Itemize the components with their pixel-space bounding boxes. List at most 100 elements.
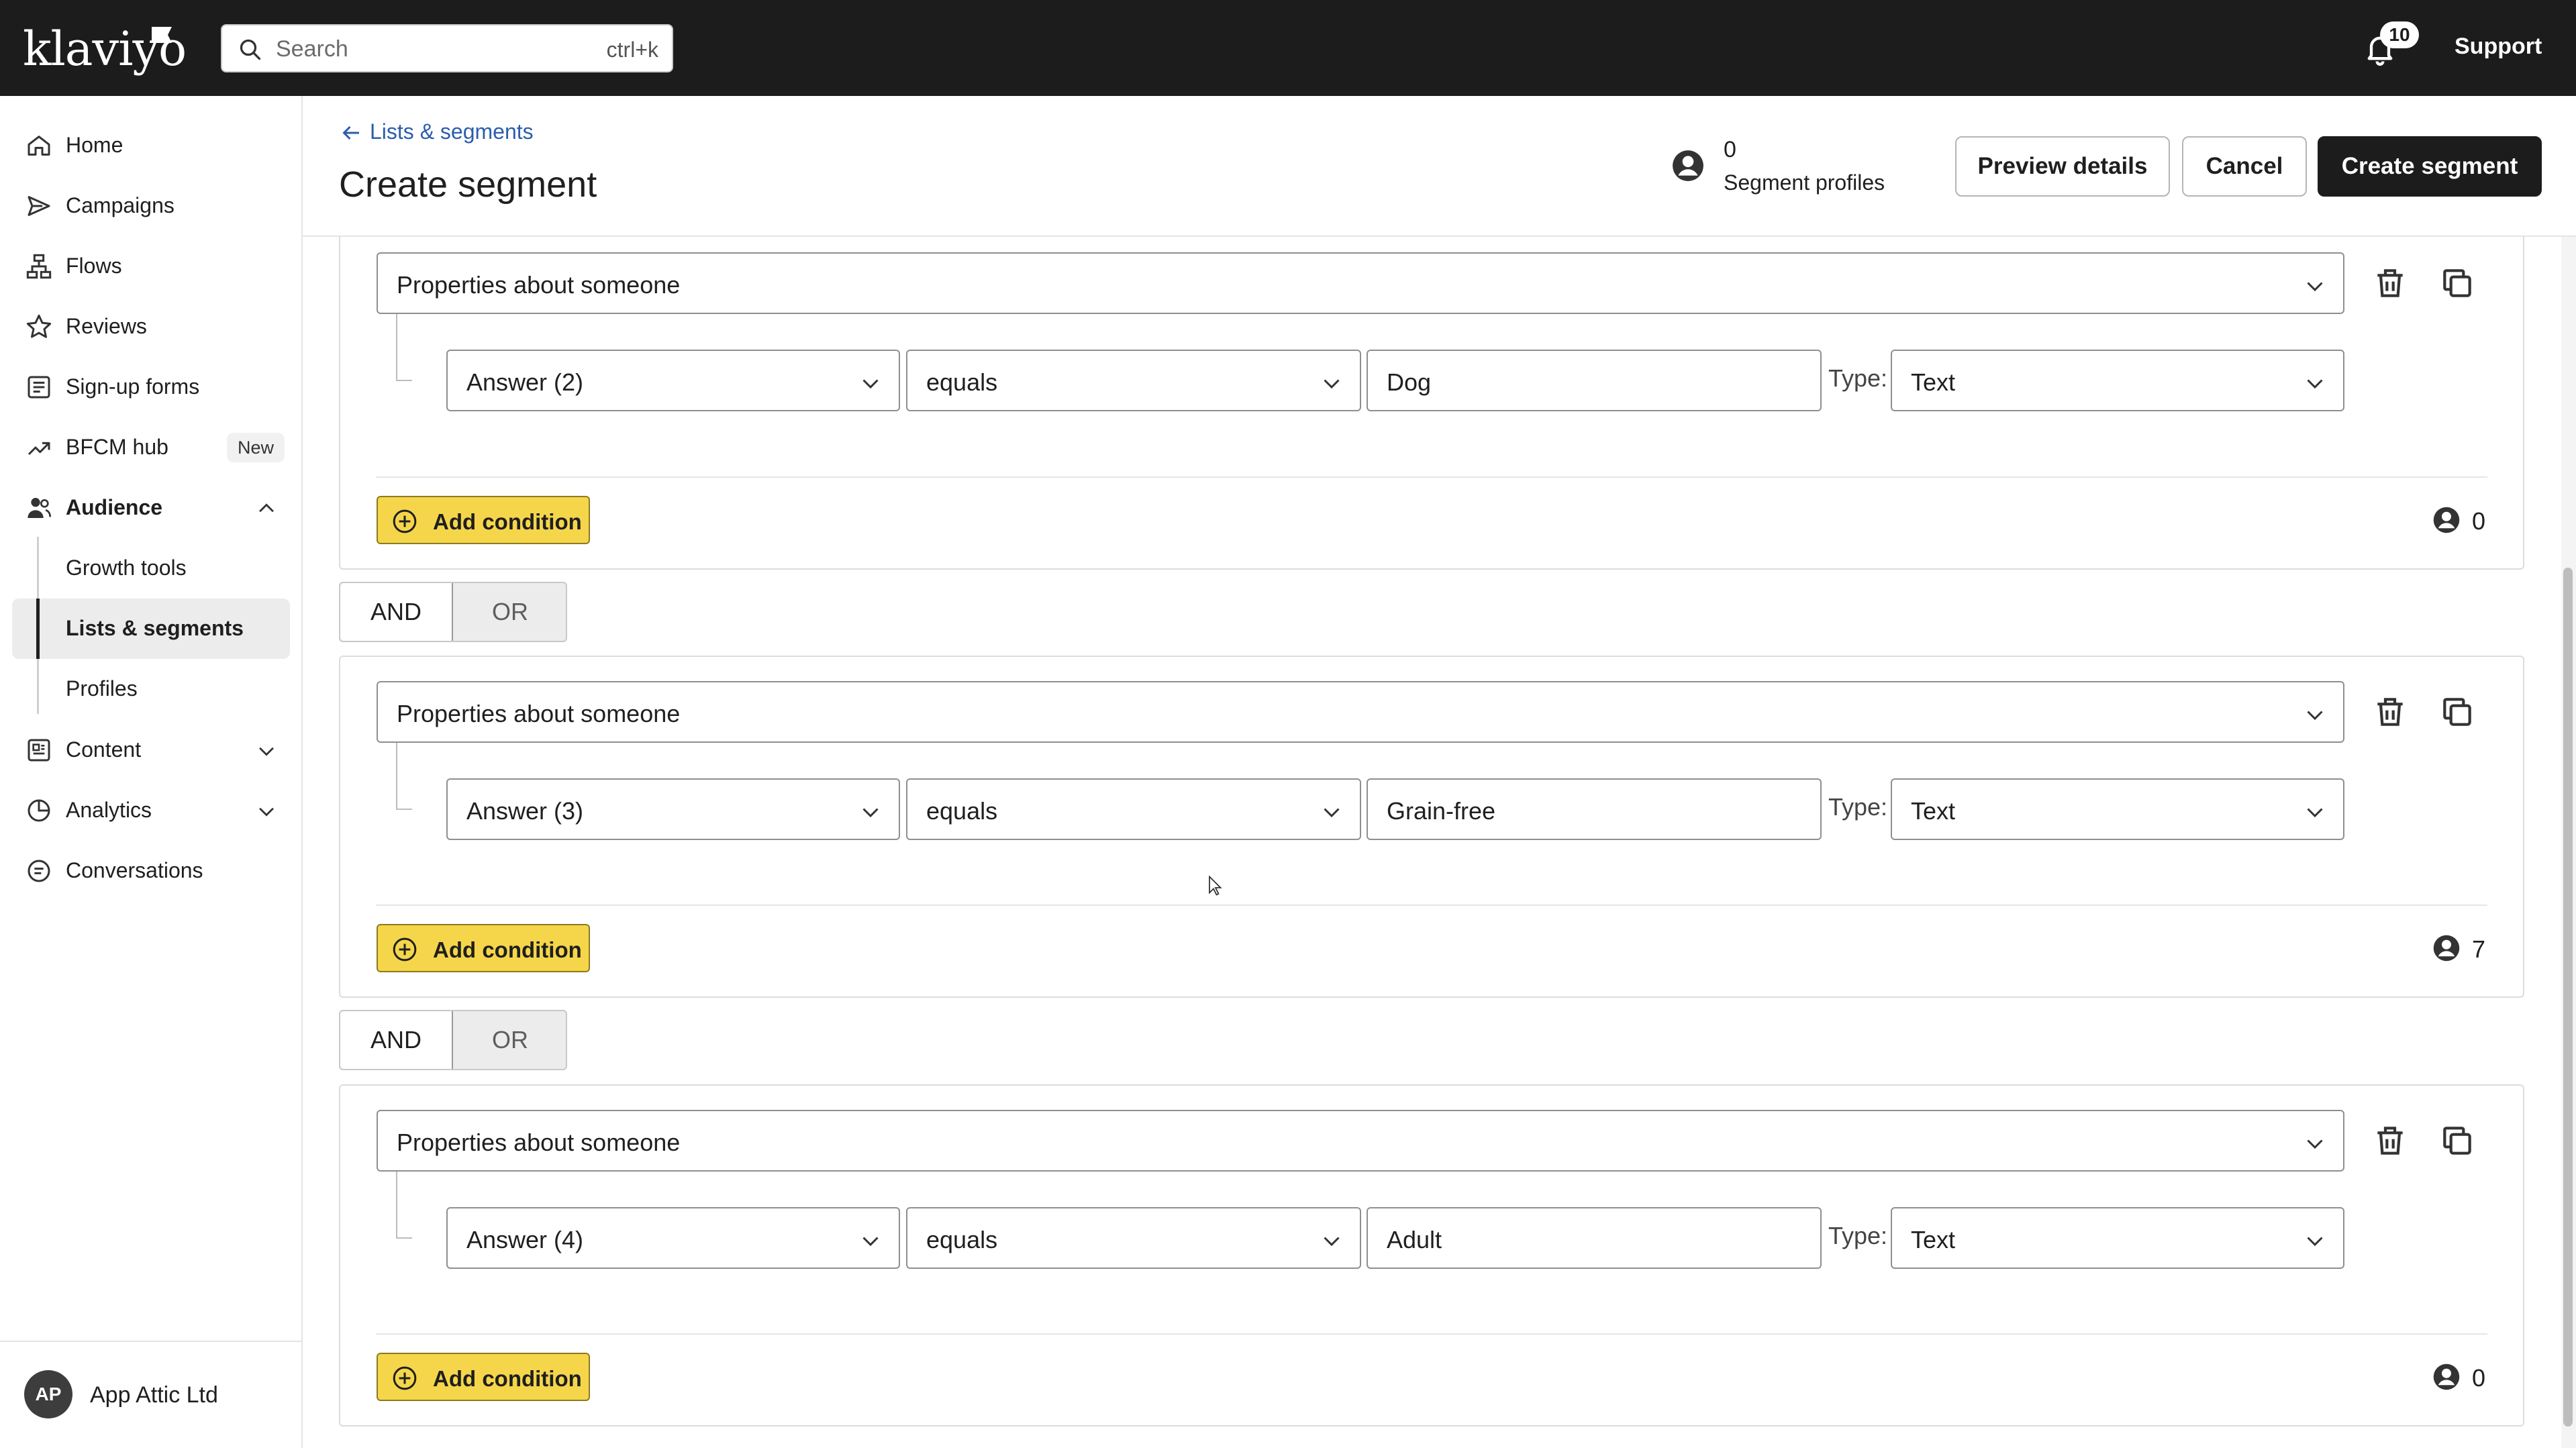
and-or-toggle[interactable]: AND OR [339, 1010, 567, 1070]
and-or-toggle[interactable]: AND OR [339, 582, 567, 642]
sidebar-subitem-label: Growth tools [66, 556, 187, 580]
operator-select[interactable]: equals [906, 778, 1361, 840]
org-name: App Attic Ltd [90, 1382, 218, 1408]
sidebar-item-signup-forms[interactable]: Sign-up forms [12, 359, 290, 414]
account-switcher[interactable]: AP App Attic Ltd [0, 1341, 301, 1448]
type-label: Type: [1828, 1222, 1888, 1249]
arrow-left-icon[interactable] [339, 121, 363, 145]
breadcrumb-lists-segments[interactable]: Lists & segments [370, 119, 534, 144]
duplicate-icon[interactable] [2438, 693, 2476, 731]
duplicate-icon[interactable] [2438, 264, 2476, 302]
group-divider [376, 476, 2487, 478]
profile-icon [2433, 507, 2460, 533]
profile-icon [1673, 150, 1703, 181]
chevron-down-icon [862, 808, 879, 818]
top-bar: klaviyo ctrl+k 10 Support [0, 0, 2576, 96]
sidebar-item-home[interactable]: Home [12, 117, 290, 172]
trash-icon[interactable] [2371, 693, 2409, 731]
operator-value: equals [926, 797, 998, 825]
chevron-down-icon [1324, 1237, 1340, 1247]
add-condition-button[interactable]: Add condition [377, 496, 590, 544]
add-condition-button[interactable]: Add condition [377, 1353, 590, 1401]
chat-icon [28, 860, 50, 882]
value-text: Dog [1387, 368, 1432, 396]
group-divider [376, 1333, 2487, 1335]
type-select[interactable]: Text [1891, 350, 2344, 411]
chevron-down-icon[interactable] [255, 739, 278, 762]
segment-profile-label: Segment profiles [1724, 170, 1885, 195]
sidebar-item-lists-segments[interactable]: Lists & segments [12, 599, 290, 659]
or-option[interactable]: OR [454, 583, 566, 641]
search-input[interactable] [276, 32, 598, 66]
definition-select[interactable]: Properties about someone [377, 681, 2344, 743]
chevron-down-icon [2307, 379, 2323, 389]
sidebar-item-growth-tools[interactable]: Growth tools [12, 538, 290, 599]
value-text: Adult [1387, 1226, 1442, 1253]
sidebar-item-label: Analytics [66, 797, 152, 822]
type-value: Text [1911, 1226, 1956, 1253]
home-icon [28, 136, 50, 156]
group-profile-count: 7 [2472, 935, 2486, 963]
chevron-down-icon[interactable] [255, 800, 278, 823]
search-shortcut-hint: ctrl+k [606, 38, 658, 62]
tree-connector [396, 1237, 412, 1239]
sidebar-item-campaigns[interactable]: Campaigns [12, 178, 290, 233]
sidebar-item-reviews[interactable]: Reviews [12, 299, 290, 354]
trash-icon[interactable] [2371, 264, 2409, 302]
value-input[interactable]: Adult [1367, 1207, 1822, 1269]
segment-profile-count: 0 [1724, 137, 1736, 162]
scrollbar-thumb[interactable] [2563, 568, 2573, 1427]
sidebar-item-label: Sign-up forms [66, 374, 200, 399]
trash-icon[interactable] [2371, 1122, 2409, 1159]
create-segment-button[interactable]: Create segment [2318, 136, 2542, 197]
type-select[interactable]: Text [1891, 778, 2344, 840]
sidebar-item-label: Campaigns [66, 193, 175, 217]
and-option[interactable]: AND [340, 1011, 453, 1069]
sidebar-item-label: Conversations [66, 858, 203, 882]
chevron-down-icon [2307, 711, 2323, 721]
property-value: Answer (3) [466, 797, 584, 825]
sidebar-item-bfcm-hub[interactable]: BFCM hub New [12, 419, 290, 474]
property-select[interactable]: Answer (2) [446, 350, 900, 411]
type-value: Text [1911, 797, 1956, 825]
sidebar-item-label: Home [66, 132, 123, 157]
duplicate-icon[interactable] [2438, 1122, 2476, 1159]
operator-value: equals [926, 368, 998, 396]
sidebar-item-profiles[interactable]: Profiles [12, 659, 290, 719]
chevron-up-icon[interactable] [255, 497, 278, 520]
value-text: Grain-free [1387, 797, 1496, 825]
property-value: Answer (4) [466, 1226, 584, 1253]
profile-icon [2433, 935, 2460, 962]
type-select[interactable]: Text [1891, 1207, 2344, 1269]
sidebar-item-analytics[interactable]: Analytics [12, 782, 290, 837]
or-option[interactable]: OR [454, 1011, 566, 1069]
definition-select[interactable]: Properties about someone [377, 252, 2344, 314]
preview-details-button[interactable]: Preview details [1955, 136, 2170, 197]
operator-select[interactable]: equals [906, 1207, 1361, 1269]
value-input[interactable]: Grain-free [1367, 778, 1822, 840]
sidebar-item-conversations[interactable]: Conversations [12, 843, 290, 898]
mouse-cursor-icon [1209, 876, 1222, 896]
definition-select[interactable]: Properties about someone [377, 1110, 2344, 1172]
chevron-down-icon [862, 379, 879, 389]
value-input[interactable]: Dog [1367, 350, 1822, 411]
sidebar-item-audience[interactable]: Audience [12, 480, 290, 535]
operator-select[interactable]: equals [906, 350, 1361, 411]
chevron-down-icon [2307, 1139, 2323, 1149]
sidebar-item-content[interactable]: Content [12, 722, 290, 777]
definition-value: Properties about someone [397, 1129, 681, 1156]
add-condition-button[interactable]: Add condition [377, 924, 590, 972]
tree-connector [396, 380, 412, 381]
sidebar-item-label: Reviews [66, 313, 147, 338]
sidebar-item-flows[interactable]: Flows [12, 238, 290, 293]
and-option[interactable]: AND [340, 583, 453, 641]
property-select[interactable]: Answer (4) [446, 1207, 900, 1269]
property-select[interactable]: Answer (3) [446, 778, 900, 840]
group-profile-count: 0 [2472, 507, 2486, 535]
search-box[interactable]: ctrl+k [221, 24, 673, 72]
support-link[interactable]: Support [2455, 34, 2542, 60]
operator-value: equals [926, 1226, 998, 1253]
plus-circle-icon [393, 1366, 417, 1390]
plus-circle-icon [393, 937, 417, 962]
cancel-button[interactable]: Cancel [2182, 136, 2307, 197]
